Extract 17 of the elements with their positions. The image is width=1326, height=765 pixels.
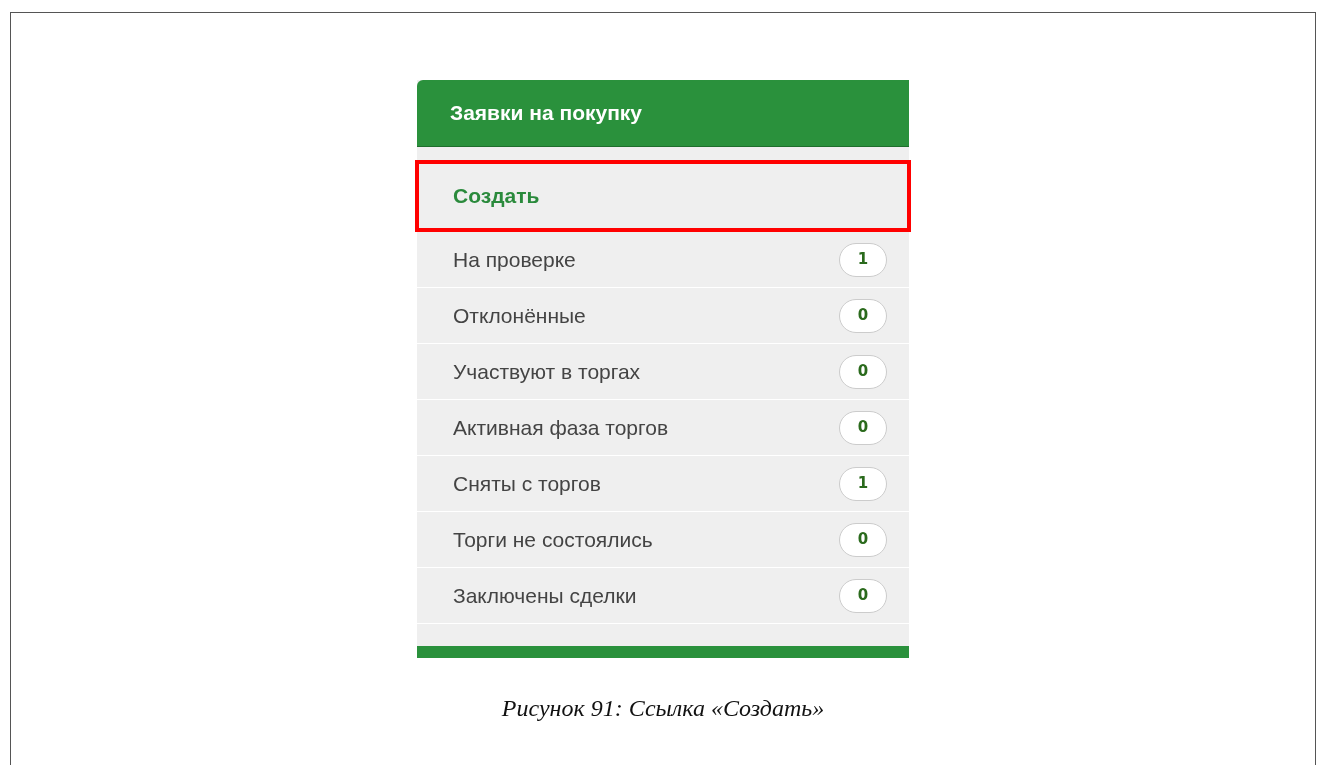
count-badge: 1 [839,466,887,501]
create-link[interactable]: Создать [415,160,911,232]
count-badge: 0 [839,298,887,333]
menu-item[interactable]: На проверке 1 [417,232,909,288]
menu-item[interactable]: Сняты с торгов 1 [417,456,909,512]
panel-title: Заявки на покупку [450,100,643,127]
count-badge: 1 [839,242,887,277]
menu-item[interactable]: Участвуют в торгах 0 [417,344,909,400]
menu-item[interactable]: Активная фаза торгов 0 [417,400,909,456]
figure-caption: Рисунок 91: Ссылка «Создать» [501,694,825,723]
count-badge: 0 [839,354,887,389]
menu-item[interactable]: Заключены сделки 0 [417,568,909,624]
count-badge: 0 [839,578,887,613]
count-badge: 0 [839,522,887,557]
menu-item[interactable]: Торги не состоялись 0 [417,512,909,568]
menu-item[interactable]: Отклонённые 0 [417,288,909,344]
count-badge: 0 [839,410,887,445]
